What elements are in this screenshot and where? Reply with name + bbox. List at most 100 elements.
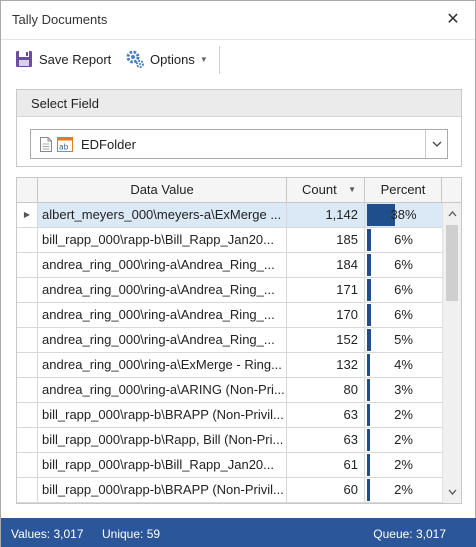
table-row[interactable]: andrea_ring_000\ring-a\Andrea_Ring_... 17… [17,303,442,328]
table-row[interactable]: bill_rapp_000\rapp-b\Bill_Rapp_Jan20... 6… [17,453,442,478]
chevron-down-icon[interactable] [425,130,447,158]
gear-icon [125,49,145,69]
count-cell[interactable]: 60 [287,478,365,502]
percent-text: 2% [394,482,413,497]
scroll-down-icon[interactable] [443,483,461,501]
data-value-cell[interactable]: bill_rapp_000\rapp-b\Bill_Rapp_Jan20... [38,228,287,252]
scrollbar-thumb[interactable] [446,225,458,301]
count-cell[interactable]: 80 [287,378,365,402]
row-indicator [17,428,38,452]
row-indicator [17,403,38,427]
options-caret-icon: ▼ [199,54,208,64]
data-value-cell[interactable]: bill_rapp_000\rapp-b\Bill_Rapp_Jan20... [38,453,287,477]
row-indicator [17,478,38,502]
toolbar: Save Report Options ▼ [1,39,475,77]
percent-cell[interactable]: 6% [365,303,442,327]
row-indicator [17,278,38,302]
status-bar: Values: 3,017 Unique: 59 Queue: 3,017 [1,518,476,547]
percent-cell[interactable]: 38% [365,203,442,227]
data-value-cell[interactable]: bill_rapp_000\rapp-b\Rapp, Bill (Non-Pri… [38,428,287,452]
table-row[interactable]: andrea_ring_000\ring-a\Andrea_Ring_... 17… [17,278,442,303]
table-row[interactable]: andrea_ring_000\ring-a\Andrea_Ring_... 15… [17,328,442,353]
percent-text: 6% [394,232,413,247]
percent-text: 5% [394,332,413,347]
count-cell[interactable]: 132 [287,353,365,377]
status-values: Values: 3,017 [11,527,84,541]
percent-bar [367,229,371,251]
current-row-indicator-icon: ▶ [17,203,38,227]
percent-cell[interactable]: 3% [365,378,442,402]
sort-descending-icon: ▼ [348,185,356,194]
count-cell[interactable]: 170 [287,303,365,327]
table-row[interactable]: bill_rapp_000\rapp-b\BRAPP (Non-Privil..… [17,403,442,428]
data-value-cell[interactable]: andrea_ring_000\ring-a\Andrea_Ring_... [38,303,287,327]
percent-bar [367,379,370,401]
save-report-button[interactable]: Save Report [15,46,111,72]
percent-cell[interactable]: 6% [365,228,442,252]
percent-text: 2% [394,457,413,472]
column-header-count[interactable]: Count ▼ [287,178,365,202]
percent-text: 6% [394,307,413,322]
percent-bar [367,454,370,476]
percent-cell[interactable]: 2% [365,403,442,427]
percent-bar [367,279,371,301]
count-cell[interactable]: 184 [287,253,365,277]
data-value-cell[interactable]: andrea_ring_000\ring-a\Andrea_Ring_... [38,328,287,352]
row-indicator [17,303,38,327]
column-header-data-value[interactable]: Data Value [38,178,287,202]
column-header-percent[interactable]: Percent [365,178,442,202]
percent-cell[interactable]: 4% [365,353,442,377]
field-combobox[interactable]: ab EDFolder [30,129,448,159]
tally-grid: Data Value Count ▼ Percent ▶ albert_meyer… [16,177,462,504]
percent-cell[interactable]: 6% [365,278,442,302]
percent-cell[interactable]: 2% [365,478,442,502]
row-indicator [17,453,38,477]
percent-bar [367,479,370,501]
table-row[interactable]: andrea_ring_000\ring-a\ExMerge - Ring...… [17,353,442,378]
table-row[interactable]: bill_rapp_000\rapp-b\Rapp, Bill (Non-Pri… [17,428,442,453]
count-cell[interactable]: 152 [287,328,365,352]
status-queue: Queue: 3,017 [373,527,446,541]
table-row[interactable]: bill_rapp_000\rapp-b\BRAPP (Non-Privil..… [17,478,442,503]
percent-bar [367,329,371,351]
data-value-cell[interactable]: andrea_ring_000\ring-a\ARING (Non-Pri... [38,378,287,402]
options-label: Options [150,51,195,67]
data-value-cell[interactable]: andrea_ring_000\ring-a\Andrea_Ring_... [38,253,287,277]
table-row[interactable]: bill_rapp_000\rapp-b\Bill_Rapp_Jan20... 1… [17,228,442,253]
status-unique: Unique: 59 [102,527,161,541]
table-row[interactable]: andrea_ring_000\ring-a\ARING (Non-Pri...… [17,378,442,403]
select-field-group: Select Field ab EDFolder [16,89,462,167]
data-value-cell[interactable]: albert_meyers_000\meyers-a\ExMerge ... [38,203,287,227]
close-icon: ✕ [446,11,460,28]
document-icon [40,137,52,155]
count-cell[interactable]: 171 [287,278,365,302]
window-title: Tally Documents [12,12,108,27]
count-cell[interactable]: 1,142 [287,203,365,227]
data-value-cell[interactable]: bill_rapp_000\rapp-b\BRAPP (Non-Privil..… [38,403,287,427]
count-cell[interactable]: 63 [287,428,365,452]
scroll-up-icon[interactable] [443,205,461,223]
table-row[interactable]: ▶ albert_meyers_000\meyers-a\ExMerge ... 1… [17,203,442,228]
table-row[interactable]: andrea_ring_000\ring-a\Andrea_Ring_... 18… [17,253,442,278]
data-value-cell[interactable]: bill_rapp_000\rapp-b\BRAPP (Non-Privil..… [38,478,287,502]
count-cell[interactable]: 61 [287,453,365,477]
row-indicator [17,228,38,252]
percent-text: 2% [394,407,413,422]
vertical-scrollbar[interactable] [442,203,461,503]
options-button[interactable]: Options ▼ [125,46,208,72]
percent-text: 6% [394,282,413,297]
percent-cell[interactable]: 6% [365,253,442,277]
count-cell[interactable]: 185 [287,228,365,252]
count-cell[interactable]: 63 [287,403,365,427]
close-button[interactable]: ✕ [443,9,463,29]
percent-cell[interactable]: 2% [365,428,442,452]
row-indicator [17,378,38,402]
percent-cell[interactable]: 5% [365,328,442,352]
percent-cell[interactable]: 2% [365,453,442,477]
select-field-header: Select Field [17,90,461,117]
save-report-label: Save Report [39,51,112,67]
data-value-cell[interactable]: andrea_ring_000\ring-a\ExMerge - Ring... [38,353,287,377]
data-value-cell[interactable]: andrea_ring_000\ring-a\Andrea_Ring_... [38,278,287,302]
row-indicator [17,253,38,277]
row-indicator [17,328,38,352]
